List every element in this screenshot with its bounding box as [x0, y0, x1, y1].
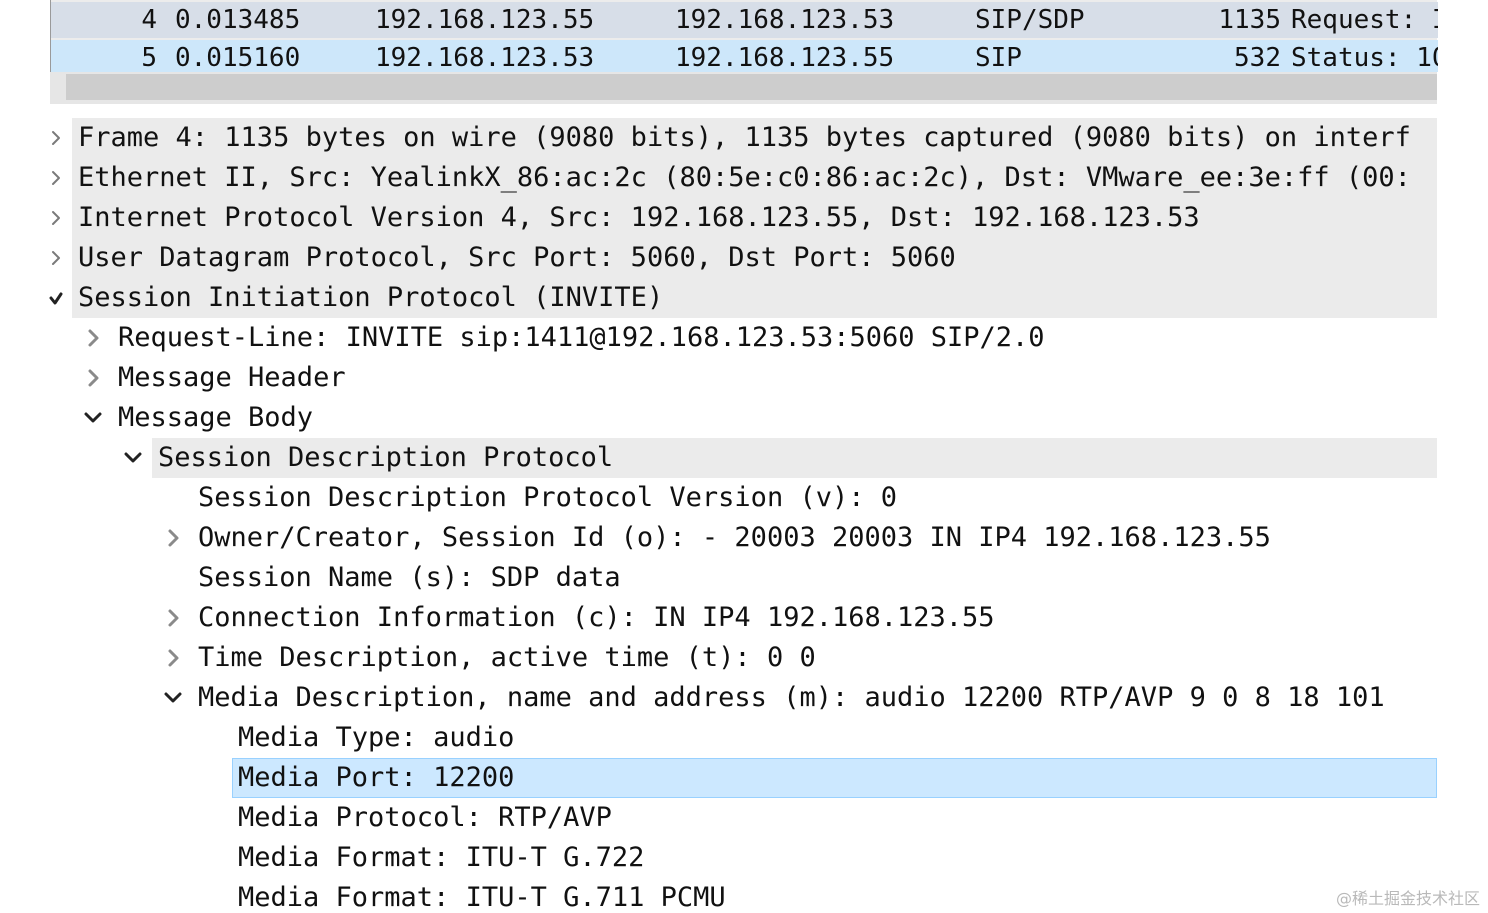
tree-row-label: Message Header — [118, 362, 346, 393]
tree-row[interactable]: Media Port: 12200 — [0, 758, 1488, 798]
tree-row[interactable]: Media Format: ITU-T G.722 — [0, 838, 1488, 878]
packet-list: 4 0.013485 192.168.123.55 192.168.123.53… — [50, 0, 1438, 104]
packet-destination: 192.168.123.55 — [675, 43, 895, 72]
tree-row-label: Media Type: audio — [238, 722, 515, 753]
tree-row[interactable]: Media Format: ITU-T G.711 PCMU — [0, 878, 1488, 913]
tree-row[interactable]: Session Initiation Protocol (INVITE) — [0, 278, 1488, 318]
tree-row-label: Time Description, active time (t): 0 0 — [198, 642, 816, 673]
packet-length: 1135 — [1218, 5, 1281, 35]
packet-info: Status: 10 — [1291, 43, 1438, 72]
tree-row-label: Session Name (s): SDP data — [198, 562, 621, 593]
chevron-right-icon[interactable] — [163, 647, 183, 669]
tree-row-label: Media Description, name and address (m):… — [198, 682, 1385, 713]
tree-row[interactable]: Media Description, name and address (m):… — [0, 678, 1488, 718]
tree-row-label: Connection Information (c): IN IP4 192.1… — [198, 602, 995, 633]
tree-row-label: Session Description Protocol Version (v)… — [198, 482, 897, 513]
packet-length: 532 — [1234, 43, 1281, 72]
packet-no: 4 — [141, 5, 157, 35]
tree-row-label: Media Port: 12200 — [238, 762, 515, 793]
tree-row[interactable]: Owner/Creator, Session Id (o): - 20003 2… — [0, 518, 1488, 558]
packet-list-body: 4 0.013485 192.168.123.55 192.168.123.53… — [50, 0, 1438, 72]
packet-details-tree: Frame 4: 1135 bytes on wire (9080 bits),… — [0, 118, 1488, 913]
tree-row-label: User Datagram Protocol, Src Port: 5060, … — [78, 242, 956, 273]
packet-time: 0.015160 — [175, 43, 301, 72]
packet-source: 192.168.123.53 — [375, 43, 595, 72]
tree-row[interactable]: Connection Information (c): IN IP4 192.1… — [0, 598, 1488, 638]
packet-time: 0.013485 — [175, 5, 301, 35]
chevron-right-icon[interactable] — [163, 527, 183, 549]
chevron-right-icon[interactable] — [47, 127, 67, 149]
tree-row[interactable]: Request-Line: INVITE sip:1411@192.168.12… — [0, 318, 1488, 358]
tree-row[interactable]: Media Protocol: RTP/AVP — [0, 798, 1488, 838]
packet-no: 5 — [141, 43, 157, 72]
chevron-down-icon[interactable] — [83, 407, 103, 429]
tree-row-label: Frame 4: 1135 bytes on wire (9080 bits),… — [78, 122, 1411, 153]
tree-row-label: Internet Protocol Version 4, Src: 192.16… — [78, 202, 1200, 233]
tree-row[interactable]: Session Name (s): SDP data — [0, 558, 1488, 598]
tree-row[interactable]: Media Type: audio — [0, 718, 1488, 758]
chevron-down-icon[interactable] — [123, 447, 143, 469]
tree-row-label: Ethernet II, Src: YealinkX_86:ac:2c (80:… — [78, 162, 1411, 193]
tree-row[interactable]: Ethernet II, Src: YealinkX_86:ac:2c (80:… — [0, 158, 1488, 198]
packet-protocol: SIP — [975, 43, 1022, 72]
tree-row-label: Media Format: ITU-T G.722 — [238, 842, 645, 873]
tree-row[interactable]: Internet Protocol Version 4, Src: 192.16… — [0, 198, 1488, 238]
packet-row[interactable]: 5 0.015160 192.168.123.53 192.168.123.55… — [51, 40, 1438, 72]
chevron-right-icon[interactable] — [47, 207, 67, 229]
chevron-down-icon[interactable] — [47, 287, 67, 309]
chevron-right-icon[interactable] — [47, 167, 67, 189]
packet-destination: 192.168.123.53 — [675, 5, 895, 35]
tree-row[interactable]: Session Description Protocol — [0, 438, 1488, 478]
tree-row-label: Request-Line: INVITE sip:1411@192.168.12… — [118, 322, 1045, 353]
tree-row-label: Media Protocol: RTP/AVP — [238, 802, 612, 833]
tree-row[interactable]: Message Header — [0, 358, 1488, 398]
tree-row[interactable]: Frame 4: 1135 bytes on wire (9080 bits),… — [0, 118, 1488, 158]
packet-info: Request: I — [1291, 5, 1438, 35]
tree-row[interactable]: Message Body — [0, 398, 1488, 438]
chevron-right-icon[interactable] — [83, 327, 103, 349]
chevron-right-icon[interactable] — [47, 247, 67, 269]
chevron-right-icon[interactable] — [163, 607, 183, 629]
tree-row-label: Media Format: ITU-T G.711 PCMU — [238, 882, 726, 913]
tree-row[interactable]: Session Description Protocol Version (v)… — [0, 478, 1488, 518]
packet-source: 192.168.123.55 — [375, 5, 595, 35]
chevron-down-icon[interactable] — [163, 687, 183, 709]
scrollbar-thumb[interactable] — [66, 74, 1437, 100]
horizontal-scrollbar[interactable] — [50, 72, 1437, 104]
tree-row-label: Session Description Protocol — [158, 442, 614, 473]
tree-row[interactable]: Time Description, active time (t): 0 0 — [0, 638, 1488, 678]
tree-row[interactable]: User Datagram Protocol, Src Port: 5060, … — [0, 238, 1488, 278]
watermark: @稀土掘金技术社区 — [1335, 889, 1480, 908]
tree-row-label: Message Body — [118, 402, 314, 433]
packet-row[interactable]: 4 0.013485 192.168.123.55 192.168.123.53… — [51, 2, 1438, 38]
tree-row-label: Session Initiation Protocol (INVITE) — [78, 282, 664, 313]
chevron-right-icon[interactable] — [83, 367, 103, 389]
wireshark-window: 4 0.013485 192.168.123.55 192.168.123.53… — [0, 0, 1488, 913]
tree-row-label: Owner/Creator, Session Id (o): - 20003 2… — [198, 522, 1271, 553]
packet-protocol: SIP/SDP — [975, 5, 1085, 35]
